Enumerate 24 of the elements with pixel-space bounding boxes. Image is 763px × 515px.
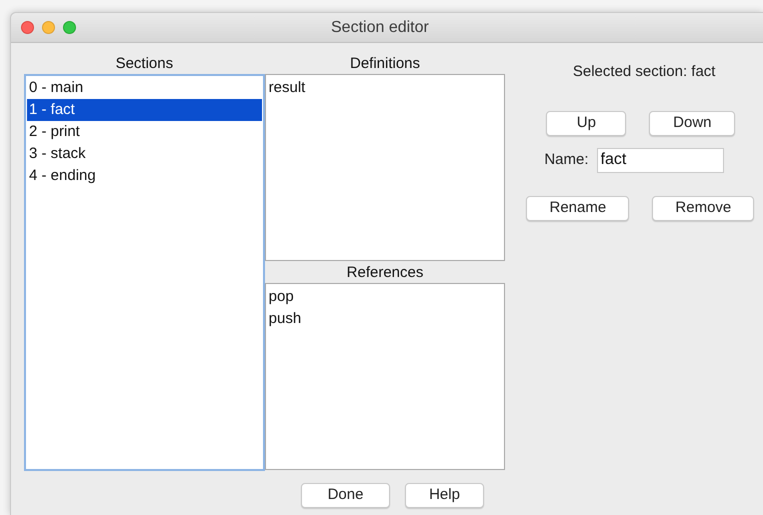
list-heading: References [346,263,424,283]
dialog-button[interactable]: Rename [526,196,630,220]
window-title: Section editor [331,18,429,38]
list-heading: Definitions [348,54,422,74]
list-heading: Sections [114,54,174,74]
dialog-button[interactable]: Done [301,483,390,508]
dialog-button[interactable]: Remove [652,196,754,220]
maximize-icon[interactable] [63,21,76,34]
list-item[interactable]: 0 - main [27,77,262,99]
dialog-button[interactable]: Down [649,110,736,136]
dialog-button[interactable]: Help [405,483,484,508]
list-item[interactable]: push [268,308,502,330]
minimize-icon[interactable] [42,21,55,34]
selected-section-label: Selected section: fact [572,62,716,82]
list-item[interactable]: 1 - fact [27,99,262,121]
name-label: Name: [544,150,589,170]
list-item[interactable]: pop [268,286,502,308]
list-item[interactable]: 3 - stack [27,143,262,165]
list-item[interactable]: 4 - ending [27,165,262,187]
list-item[interactable]: 2 - print [27,121,262,143]
list-item[interactable]: result [268,77,502,99]
close-icon[interactable] [21,21,34,34]
dialog-button[interactable]: Up [546,110,626,136]
name-field[interactable]: fact [596,148,724,172]
